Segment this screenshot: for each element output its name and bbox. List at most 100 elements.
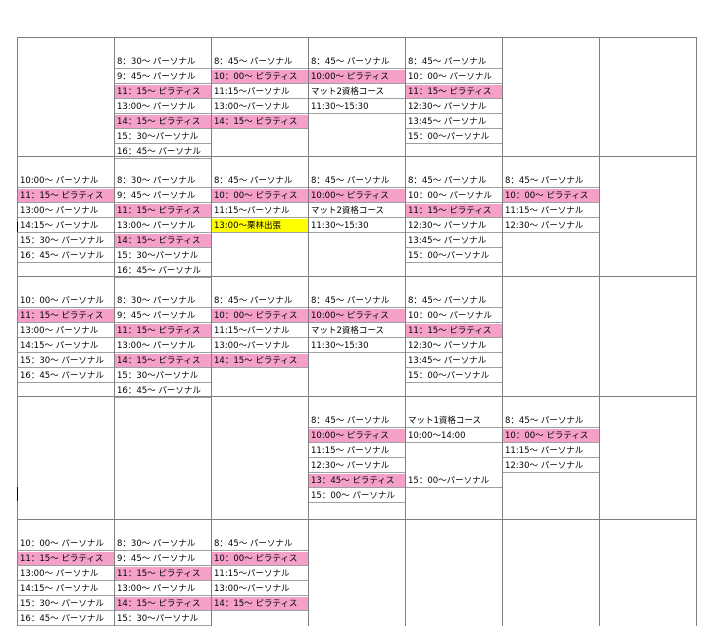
schedule-item: 9：45～ パーソナル bbox=[115, 189, 211, 203]
schedule-item: 13:00～ パーソナル bbox=[18, 204, 114, 218]
schedule-item: 13:00～パーソナル bbox=[212, 100, 308, 114]
weekday-header bbox=[211, 22, 308, 35]
schedule-item: 11：15～ ピラティス bbox=[115, 204, 211, 218]
schedule-item: 13:00～ パーソナル bbox=[18, 567, 114, 581]
schedule-item: 8：45～ パーソナル bbox=[406, 294, 502, 308]
schedule-item: 12:30～ パーソナル bbox=[503, 459, 599, 473]
schedule-item: 14：15～ ピラティス bbox=[212, 354, 308, 368]
schedule-item: 10：00～ ピラティス bbox=[212, 189, 308, 203]
weekday-header bbox=[405, 22, 502, 35]
schedule-item: 16：45～ パーソナル bbox=[115, 264, 211, 278]
schedule-item: 15：30～ パーソナル bbox=[18, 354, 114, 368]
weekday-header bbox=[308, 22, 405, 35]
schedule-item: マット2資格コース bbox=[309, 324, 405, 338]
schedule-item: 10：00～ ピラティス bbox=[212, 70, 308, 84]
schedule-item: 15：30～パーソナル bbox=[115, 612, 211, 626]
schedule-item: 11:15～ パーソナル bbox=[309, 444, 405, 458]
text-cursor-mark bbox=[17, 222, 18, 232]
schedule-item: 13:45～ パーソナル bbox=[406, 354, 502, 368]
schedule-item: 13：45～ ピラティス bbox=[309, 474, 405, 488]
grid-line-week bbox=[17, 519, 696, 520]
schedule-item: マット2資格コース bbox=[309, 85, 405, 99]
schedule-item: 9：45～ パーソナル bbox=[115, 309, 211, 323]
text-cursor-mark bbox=[17, 487, 18, 501]
schedule-item: 8：45～ パーソナル bbox=[406, 174, 502, 188]
schedule-item: 10:00～ パーソナル bbox=[18, 174, 114, 188]
schedule-item: 8：45～ パーソナル bbox=[309, 174, 405, 188]
schedule-item: 14：15～ ピラティス bbox=[115, 354, 211, 368]
schedule-item: 11:30～15:30 bbox=[309, 100, 405, 114]
schedule-item: 8：45～ パーソナル bbox=[212, 174, 308, 188]
schedule-item: 13:00～栗林出張 bbox=[212, 219, 308, 233]
schedule-item: 11:15～パーソナル bbox=[212, 567, 308, 581]
grid-line-vertical bbox=[502, 37, 503, 626]
schedule-item: 14:15～ パーソナル bbox=[18, 339, 114, 353]
schedule-item: 12:30～ パーソナル bbox=[503, 219, 599, 233]
schedule-item: 11：15～ ピラティス bbox=[406, 204, 502, 218]
schedule-item: 13:00～ パーソナル bbox=[115, 219, 211, 233]
schedule-item: 13:45～ パーソナル bbox=[406, 115, 502, 129]
schedule-item: マット2資格コース bbox=[309, 204, 405, 218]
schedule-item: 8：30～ パーソナル bbox=[115, 537, 211, 551]
schedule-item: 8：45～ パーソナル bbox=[212, 294, 308, 308]
schedule-item: 8：45～ パーソナル bbox=[406, 55, 502, 69]
schedule-item: 13:00～ パーソナル bbox=[115, 582, 211, 596]
schedule-item: 13:00～パーソナル bbox=[212, 339, 308, 353]
schedule-item: マット1資格コース bbox=[406, 414, 502, 428]
schedule-item: 16：45～ パーソナル bbox=[18, 369, 114, 383]
schedule-item: 15：00～ パーソナル bbox=[309, 489, 405, 503]
schedule-item: 8：45～ パーソナル bbox=[212, 537, 308, 551]
schedule-item: 14：15～ ピラティス bbox=[115, 234, 211, 248]
schedule-item: 15：00～パーソナル bbox=[406, 130, 502, 144]
weekday-header bbox=[599, 22, 696, 35]
schedule-item: 9：45～ パーソナル bbox=[115, 552, 211, 566]
schedule-item: 13:00～ パーソナル bbox=[115, 339, 211, 353]
schedule-item: 10：00～ ピラティス bbox=[503, 429, 599, 443]
schedule-item: 13:00～ パーソナル bbox=[18, 324, 114, 338]
schedule-item: 16：45～ パーソナル bbox=[18, 249, 114, 263]
schedule-item: 10：00～ ピラティス bbox=[503, 189, 599, 203]
schedule-item: 15：00～パーソナル bbox=[406, 369, 502, 383]
schedule-item: 11:15～パーソナル bbox=[212, 324, 308, 338]
schedule-item: 15：30～パーソナル bbox=[115, 130, 211, 144]
schedule-item: 11:30～15:30 bbox=[309, 339, 405, 353]
schedule-item: 8：45～ パーソナル bbox=[212, 55, 308, 69]
schedule-item: 14：15～ ピラティス bbox=[115, 115, 211, 129]
schedule-item: 16：45～ パーソナル bbox=[115, 145, 211, 159]
schedule-item: 11:30～15:30 bbox=[309, 219, 405, 233]
schedule-item: 14:15～ パーソナル bbox=[18, 582, 114, 596]
monthly-schedule-calendar: 8：30～ パーソナル 9：45～ パーソナル 11：15～ ピラティス 13:00～… bbox=[0, 0, 723, 635]
grid-line-vertical bbox=[599, 37, 600, 626]
schedule-item: 10:00～ ピラティス bbox=[309, 70, 405, 84]
schedule-item: 14：15～ ピラティス bbox=[115, 597, 211, 611]
schedule-item: 10:00～ ピラティス bbox=[309, 429, 405, 443]
schedule-item: 16：45～ パーソナル bbox=[18, 612, 114, 626]
schedule-item: 16：45～ パーソナル bbox=[115, 384, 211, 398]
schedule-item: 10：00～ パーソナル bbox=[18, 537, 114, 551]
schedule-item: 12:30～ パーソナル bbox=[406, 339, 502, 353]
schedule-item: 11:15～ パーソナル bbox=[503, 444, 599, 458]
schedule-item: 11：15～ ピラティス bbox=[406, 324, 502, 338]
schedule-item: 11：15～ ピラティス bbox=[115, 85, 211, 99]
schedule-item: 15：30～ パーソナル bbox=[18, 597, 114, 611]
weekday-header bbox=[114, 22, 211, 35]
schedule-item: 11:15～パーソナル bbox=[212, 85, 308, 99]
schedule-item: 10：00～ ピラティス bbox=[212, 309, 308, 323]
schedule-item: 15：00～パーソナル bbox=[406, 249, 502, 263]
schedule-item: 8：30～ パーソナル bbox=[115, 174, 211, 188]
schedule-item: 14:15～ パーソナル bbox=[18, 219, 114, 233]
schedule-item: 10：00～ パーソナル bbox=[406, 70, 502, 84]
schedule-item: 8：45～ パーソナル bbox=[309, 55, 405, 69]
schedule-item: 11：15～ ピラティス bbox=[18, 309, 114, 323]
schedule-item: 8：45～ パーソナル bbox=[503, 414, 599, 428]
grid-line-top bbox=[17, 37, 696, 38]
schedule-item: 10：00～ パーソナル bbox=[406, 309, 502, 323]
schedule-item: 8：45～ パーソナル bbox=[309, 294, 405, 308]
weekday-header bbox=[502, 22, 599, 35]
schedule-item: 12:30～ パーソナル bbox=[309, 459, 405, 473]
schedule-item: 13:45～ パーソナル bbox=[406, 234, 502, 248]
weekday-header bbox=[17, 22, 114, 35]
schedule-item: 10：00～ パーソナル bbox=[18, 294, 114, 308]
schedule-item: 8：45～ パーソナル bbox=[309, 414, 405, 428]
schedule-item: 8：45～ パーソナル bbox=[503, 174, 599, 188]
